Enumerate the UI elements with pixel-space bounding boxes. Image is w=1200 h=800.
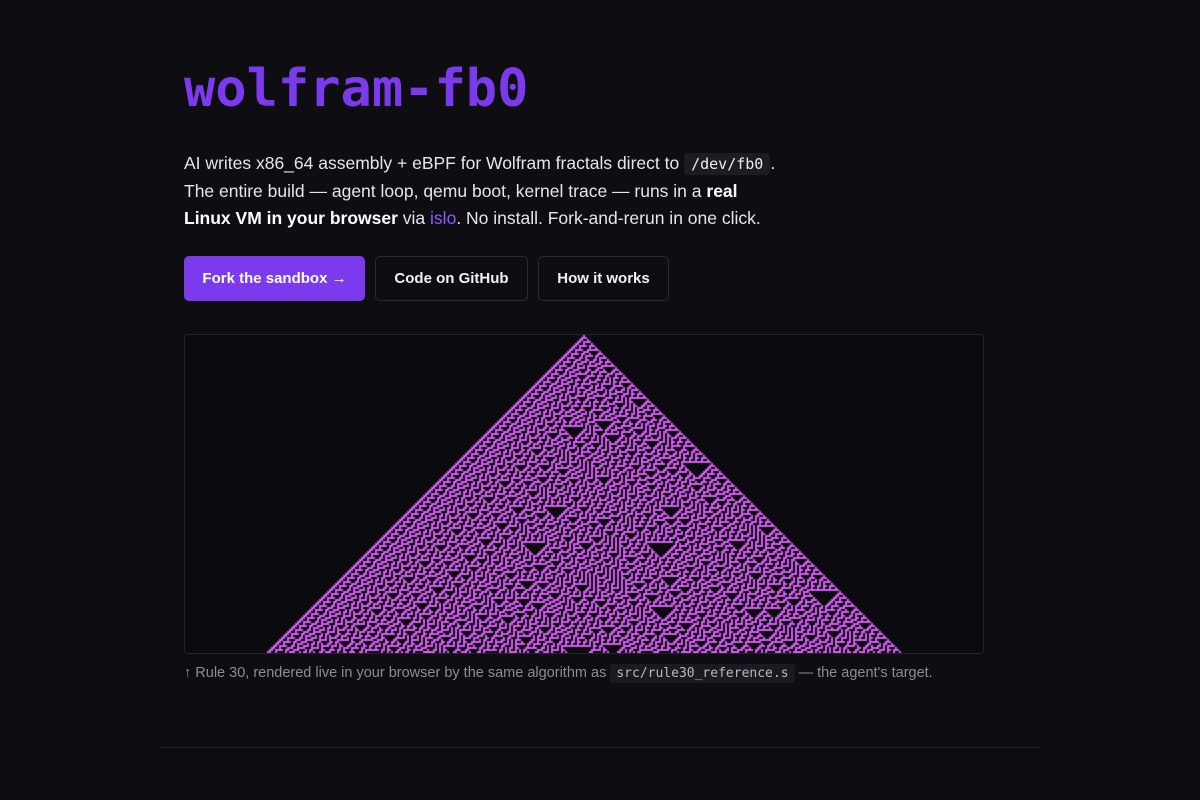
intro-line2-text: The entire build — agent loop, qemu boot…: [184, 181, 702, 201]
dev-fb0-code: /dev/fb0: [684, 153, 771, 175]
page-title: wolfram-fb0: [184, 59, 529, 119]
islo-link[interactable]: islo: [430, 208, 456, 228]
reference-file-code: src/rule30_reference.s: [610, 664, 795, 683]
intro-paragraph: AI writes x86_64 assembly + eBPF for Wol…: [184, 150, 824, 232]
page: wolfram-fb0 AI writes x86_64 assembly + …: [0, 0, 1200, 800]
intro-line3-end: . No install. Fork-and-rerun in one clic…: [456, 208, 761, 228]
intro-line1-text: AI writes x86_64 assembly + eBPF for Wol…: [184, 153, 680, 173]
caption-suffix: — the agent's target.: [798, 665, 933, 681]
rule30-canvas: [185, 335, 983, 653]
intro-via: via: [402, 208, 426, 228]
caption-prefix: ↑ Rule 30, rendered live in your browser…: [184, 665, 607, 681]
github-button[interactable]: Code on GitHub: [375, 256, 528, 301]
fork-sandbox-button[interactable]: Fork the sandbox →: [184, 256, 365, 301]
visualization-caption: ↑ Rule 30, rendered live in your browser…: [184, 662, 933, 685]
intro-line1-end: .: [770, 153, 776, 173]
action-buttons: Fork the sandbox → Code on GitHub How it…: [184, 256, 669, 301]
intro-bold-real: real: [706, 181, 738, 201]
footer-divider: [160, 747, 1040, 748]
rule30-visualization: [184, 334, 984, 654]
intro-bold-linux-vm: Linux VM in your browser: [184, 208, 398, 228]
how-it-works-button[interactable]: How it works: [538, 256, 669, 301]
